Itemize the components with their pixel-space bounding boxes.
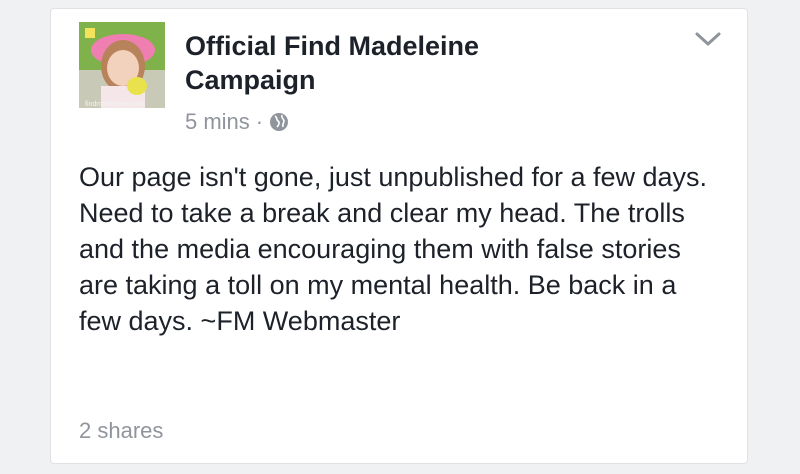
page-avatar[interactable]: findmadeleine.com <box>79 22 165 108</box>
meta-separator: · <box>255 109 264 134</box>
page-name-link[interactable]: Official Find Madeleine Campaign <box>185 29 605 97</box>
globe-icon[interactable] <box>269 112 289 132</box>
post-body-text: Our page isn't gone, just unpublished fo… <box>79 162 708 336</box>
avatar-watermark: findmadeleine.com <box>85 101 144 108</box>
post-timestamp[interactable]: 5 mins <box>185 109 250 135</box>
avatar-photo: findmadeleine.com <box>79 22 165 108</box>
post-meta: 5 mins · <box>185 109 289 135</box>
shares-count[interactable]: 2 shares <box>79 418 163 444</box>
chevron-down-icon[interactable] <box>693 29 723 49</box>
post-card: findmadeleine.com Official Find Madelein… <box>50 8 748 464</box>
